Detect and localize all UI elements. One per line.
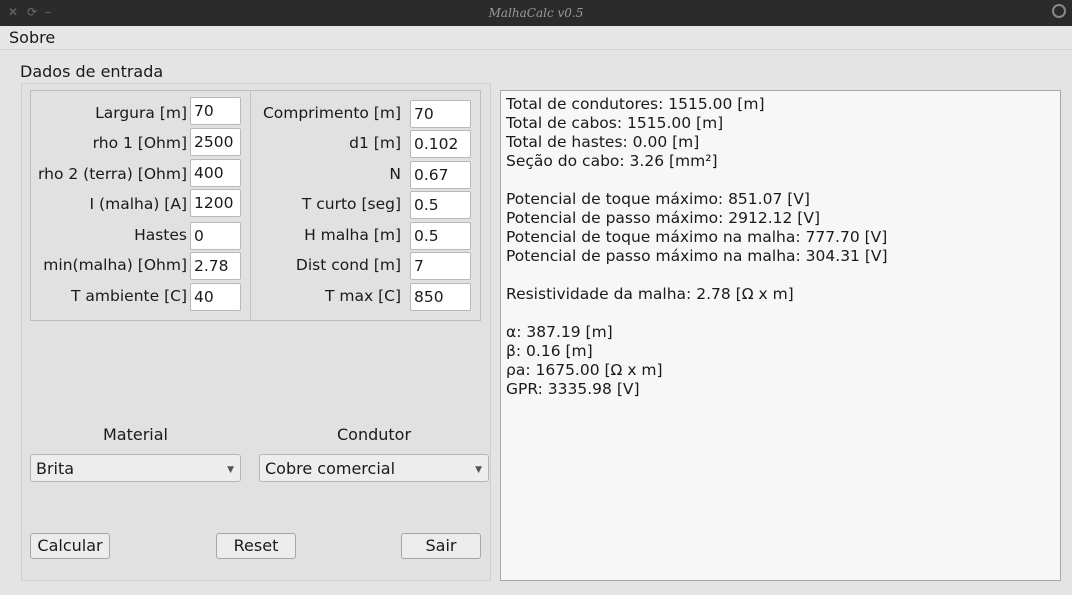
label-h-malha: H malha [m] xyxy=(304,226,401,244)
label-min-malha: min(malha) [Ohm] xyxy=(43,256,187,274)
label-dist-cond: Dist cond [m] xyxy=(295,256,401,274)
result-total-hastes: Total de hastes: 0.00 [m] xyxy=(506,133,700,151)
d1-field[interactable]: 0.102 xyxy=(410,130,471,158)
app-icon xyxy=(1052,4,1066,18)
calcular-button[interactable]: Calcular xyxy=(30,533,110,559)
result-spacer xyxy=(506,304,1055,323)
result-total-condutores: Total de condutores: 1515.00 [m] xyxy=(506,95,765,113)
i-malha-field[interactable]: 1200 xyxy=(190,189,241,217)
title-bar: ✕ ⟳ – MalhaCalc v0.5 xyxy=(0,0,1072,26)
label-t-curto: T curto [seg] xyxy=(301,195,401,213)
material-select[interactable]: Brita ▼ xyxy=(30,454,241,482)
result-gpr: GPR: 3335.98 [V] xyxy=(506,380,640,398)
label-rho2: rho 2 (terra) [Ohm] xyxy=(38,165,187,183)
label-i-malha: I (malha) [A] xyxy=(89,195,187,213)
label-hastes: Hastes xyxy=(134,226,187,244)
min-malha-field[interactable]: 2.78 xyxy=(190,252,241,280)
result-beta: β: 0.16 [m] xyxy=(506,342,593,360)
t-max-field[interactable]: 850 xyxy=(410,283,471,311)
rho2-field[interactable]: 400 xyxy=(190,159,241,187)
h-malha-field[interactable]: 0.5 xyxy=(410,222,471,250)
label-largura: Largura [m] xyxy=(95,104,187,122)
material-label: Material xyxy=(103,425,168,444)
material-selected-value: Brita xyxy=(36,459,75,478)
result-rho-a: ρa: 1675.00 [Ω x m] xyxy=(506,361,663,379)
menu-bar: Sobre xyxy=(0,26,1072,50)
result-passo-max: Potencial de passo máximo: 2912.12 [V] xyxy=(506,209,821,227)
largura-field[interactable]: 70 xyxy=(190,97,241,125)
result-spacer xyxy=(506,171,1055,190)
label-t-max: T max [C] xyxy=(324,287,401,305)
label-comprimento: Comprimento [m] xyxy=(262,104,401,122)
label-rho1: rho 1 [Ohm] xyxy=(92,134,187,152)
condutor-label: Condutor xyxy=(337,425,412,444)
t-ambiente-field[interactable]: 40 xyxy=(190,283,241,311)
hastes-field[interactable]: 0 xyxy=(190,222,241,250)
condutor-select[interactable]: Cobre comercial ▼ xyxy=(259,454,489,482)
result-spacer xyxy=(506,266,1055,285)
result-secao-cabo: Seção do cabo: 3.26 [mm²] xyxy=(506,152,718,170)
condutor-selected-value: Cobre comercial xyxy=(265,459,396,478)
result-alpha: α: 387.19 [m] xyxy=(506,323,613,341)
results-output[interactable]: Total de condutores: 1515.00 [m] Total d… xyxy=(500,90,1061,581)
label-n: N xyxy=(389,165,401,183)
dist-cond-field[interactable]: 7 xyxy=(410,252,471,280)
result-resistividade: Resistividade da malha: 2.78 [Ω x m] xyxy=(506,285,794,303)
reset-button[interactable]: Reset xyxy=(216,533,296,559)
chevron-down-icon: ▼ xyxy=(475,465,482,475)
result-total-cabos: Total de cabos: 1515.00 [m] xyxy=(506,114,724,132)
result-toque-malha: Potencial de toque máximo na malha: 777.… xyxy=(506,228,888,246)
window-title: MalhaCalc v0.5 xyxy=(488,6,584,20)
sair-button[interactable]: Sair xyxy=(401,533,481,559)
inputs-divider xyxy=(250,91,251,320)
menu-sobre[interactable]: Sobre xyxy=(9,28,55,47)
result-toque-max: Potencial de toque máximo: 851.07 [V] xyxy=(506,190,810,208)
rho1-field[interactable]: 2500 xyxy=(190,128,241,156)
chevron-down-icon: ▼ xyxy=(227,465,234,475)
result-passo-malha: Potencial de passo máximo na malha: 304.… xyxy=(506,247,888,265)
group-title: Dados de entrada xyxy=(20,62,164,81)
label-t-ambiente: T ambiente [C] xyxy=(71,287,187,305)
label-d1: d1 [m] xyxy=(349,134,401,152)
comprimento-field[interactable]: 70 xyxy=(410,100,471,128)
n-field[interactable]: 0.67 xyxy=(410,161,471,189)
t-curto-field[interactable]: 0.5 xyxy=(410,191,471,219)
